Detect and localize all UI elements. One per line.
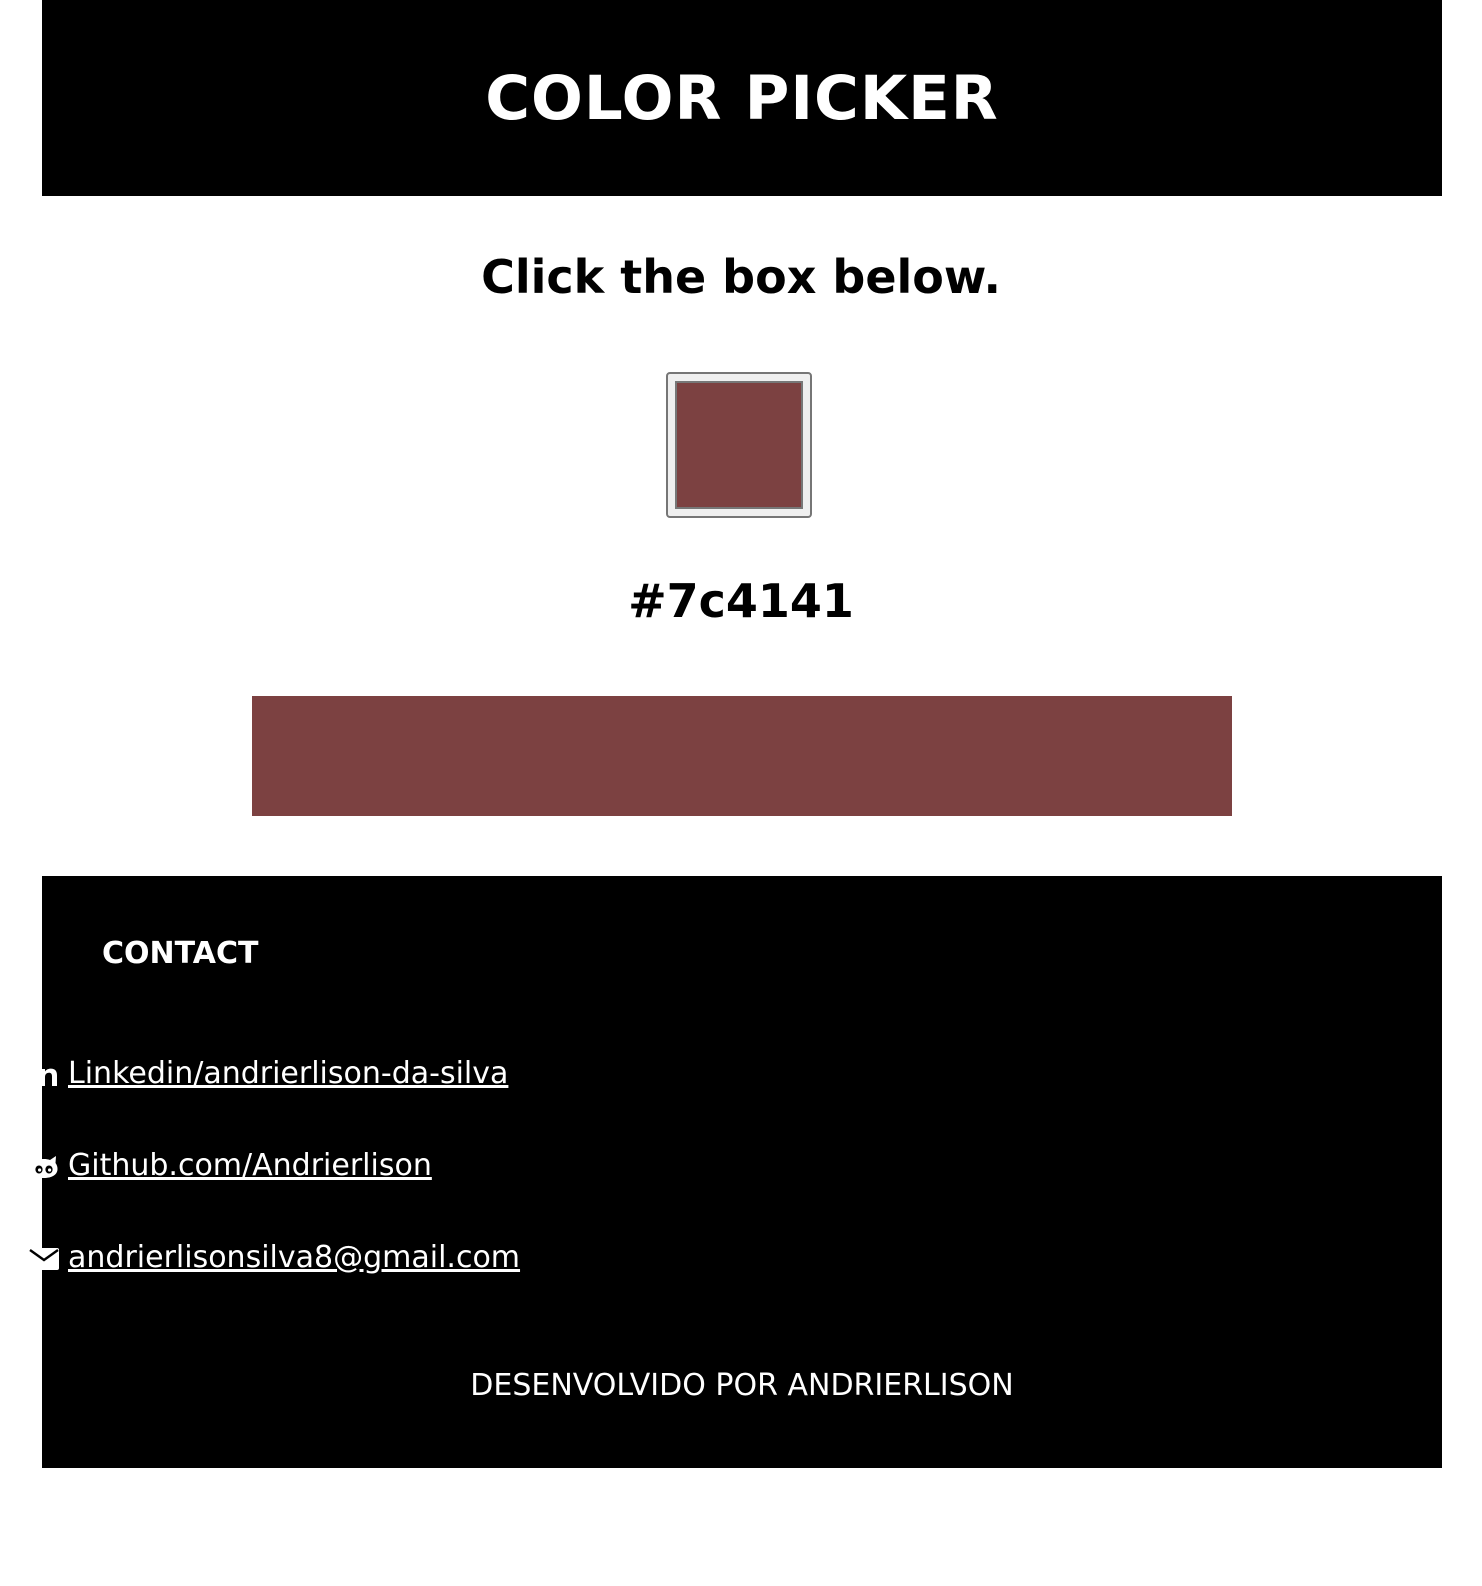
page: COLOR PICKER Click the box below. #7c414… [0,0,1482,1586]
hex-color-value: #7c4141 [628,574,854,628]
color-preview-bar [252,696,1232,816]
envelope-icon [28,1242,60,1274]
github-icon [28,1150,60,1182]
page-title: COLOR PICKER [485,62,999,134]
contact-email: andrierlisonsilva8@gmail.com [28,1240,520,1275]
color-picker-input[interactable] [666,372,812,518]
github-link[interactable]: Github.com/Andrierlison [68,1148,432,1183]
instruction-text: Click the box below. [481,250,1001,304]
app-header: COLOR PICKER [42,0,1442,196]
contact-title: CONTACT [102,936,259,971]
contact-linkedin: Linkedin/andrierlison-da-silva [28,1056,508,1091]
color-picker-swatch [675,381,803,509]
email-link[interactable]: andrierlisonsilva8@gmail.com [68,1240,520,1275]
contact-github: Github.com/Andrierlison [28,1148,432,1183]
linkedin-icon [28,1058,60,1090]
linkedin-link[interactable]: Linkedin/andrierlison-da-silva [68,1056,508,1091]
credits-text: DESENVOLVIDO POR ANDRIERLISON [470,1368,1014,1403]
